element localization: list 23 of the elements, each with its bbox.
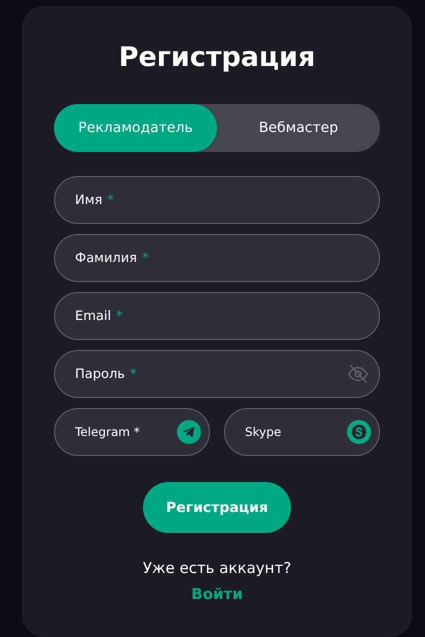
- input-field[interactable]: Пароль *: [54, 350, 380, 398]
- required-mark: *: [116, 308, 123, 324]
- field-label: Пароль: [75, 366, 125, 382]
- input-field[interactable]: Имя *: [54, 176, 380, 224]
- input-field[interactable]: Skype: [224, 408, 380, 456]
- required-mark: *: [107, 192, 114, 208]
- login-prompt: Уже есть аккаунт?: [142, 559, 292, 577]
- required-mark: *: [130, 366, 136, 382]
- field-label: Skype: [245, 425, 282, 439]
- form-title: Регистрация: [118, 41, 316, 75]
- field-label: Telegram *: [75, 425, 140, 439]
- skype-icon: [347, 420, 371, 444]
- tab[interactable]: Вебмастер: [217, 104, 380, 152]
- input-field[interactable]: Фамилия *: [54, 234, 380, 282]
- input-field[interactable]: Telegram *: [54, 408, 210, 456]
- field-label: Имя: [75, 192, 102, 208]
- login-link[interactable]: Войти: [191, 585, 243, 603]
- eye-off-icon[interactable]: [347, 363, 369, 385]
- telegram-icon: [177, 420, 201, 444]
- field-label: Фамилия: [75, 250, 137, 266]
- field-label: Email: [75, 308, 112, 324]
- input-field[interactable]: Email *: [54, 292, 380, 340]
- required-mark: *: [142, 250, 148, 266]
